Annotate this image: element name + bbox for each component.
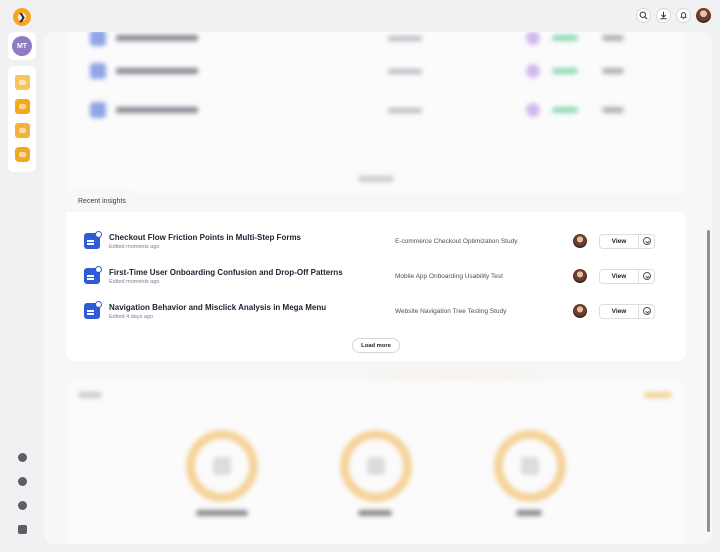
account-switcher[interactable]: MT (8, 32, 36, 60)
download-icon[interactable] (656, 8, 671, 23)
chevron-down-icon (642, 307, 651, 315)
logo-glyph: ❯ (18, 11, 26, 22)
insight-edited: Edited moments ago (109, 243, 160, 250)
blurred-row (90, 102, 670, 118)
author-avatar (573, 269, 587, 283)
view-button[interactable]: View (600, 269, 638, 283)
scrollbar[interactable] (707, 230, 710, 532)
insight-document-icon (84, 231, 102, 249)
insight-title[interactable]: Navigation Behavior and Misclick Analysi… (109, 303, 395, 312)
blurred-row (90, 32, 670, 46)
app-logo[interactable]: ❯ (13, 8, 31, 26)
folder-heart-icon[interactable] (14, 75, 30, 90)
settings-icon[interactable] (17, 477, 27, 486)
insight-edited: Edited 4 days ago (109, 313, 154, 320)
more-options-button[interactable] (638, 234, 654, 248)
view-button[interactable]: View (600, 304, 638, 318)
author-avatar (573, 234, 587, 248)
recent-insights-card: Checkout Flow Friction Points in Multi-S… (66, 212, 686, 361)
stack-icon[interactable] (14, 147, 30, 162)
insight-row[interactable]: First-Time User Onboarding Confusion and… (84, 263, 670, 289)
insight-actions: View (599, 303, 655, 319)
bell-icon[interactable] (676, 8, 691, 23)
insight-document-icon (84, 301, 102, 319)
blurred-row (90, 63, 670, 79)
user-card-icon[interactable] (14, 123, 30, 138)
tab-recent-insights[interactable]: Recent insights (66, 190, 138, 212)
feedback-icon[interactable] (17, 525, 27, 534)
profile-icon[interactable] (17, 453, 27, 462)
insight-study: Website Navigation Tree Testing Study (395, 307, 507, 315)
insight-edited: Edited moments ago (109, 278, 160, 285)
chevron-down-icon (642, 237, 651, 245)
main-panel: Recent insights Checkout Flow Friction P… (44, 32, 712, 544)
search-icon[interactable] (636, 8, 651, 23)
box-icon[interactable] (14, 99, 30, 114)
load-more-button[interactable]: Load more (352, 338, 400, 353)
user-initials-avatar: MT (12, 36, 32, 56)
blurred-list-card (66, 32, 686, 194)
top-toolbar (636, 8, 711, 23)
insight-document-icon (84, 266, 102, 284)
insight-row[interactable]: Checkout Flow Friction Points in Multi-S… (84, 228, 670, 254)
chevron-down-icon (642, 272, 651, 280)
help-icon[interactable] (17, 501, 27, 510)
blurred-stats-card (66, 380, 686, 544)
more-options-button[interactable] (638, 269, 654, 283)
insight-actions: View (599, 268, 655, 284)
author-avatar (573, 304, 587, 318)
view-button[interactable]: View (600, 234, 638, 248)
insight-row[interactable]: Navigation Behavior and Misclick Analysi… (84, 298, 670, 324)
sidebar-bottom (14, 453, 30, 534)
insight-study: Mobile App Onboarding Usability Test (395, 272, 503, 280)
insight-actions: View (599, 233, 655, 249)
user-avatar[interactable] (696, 8, 711, 23)
insight-study: E-commerce Checkout Optimization Study (395, 237, 518, 245)
insight-title[interactable]: Checkout Flow Friction Points in Multi-S… (109, 233, 395, 242)
insight-title[interactable]: First-Time User Onboarding Confusion and… (109, 268, 395, 277)
sidebar-nav (8, 66, 36, 172)
more-options-button[interactable] (638, 304, 654, 318)
